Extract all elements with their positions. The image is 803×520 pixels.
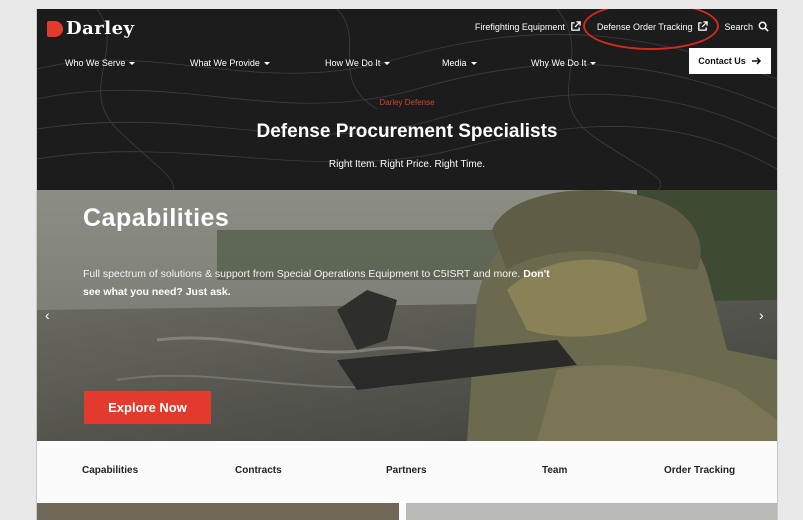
tab-order-tracking[interactable]: Order Tracking: [664, 465, 735, 476]
contact-us-button[interactable]: Contact Us: [689, 48, 771, 74]
nav-why-we-do-it[interactable]: Why We Do It: [531, 58, 597, 68]
defense-order-tracking-label: Defense Order Tracking: [596, 21, 693, 32]
hero-title: Capabilities: [83, 204, 230, 232]
caret-down-icon: [129, 61, 136, 65]
tab-partners[interactable]: Partners: [386, 465, 427, 476]
website: Darley Firefighting Equipment Defense Or…: [36, 9, 778, 520]
card-image-left: [37, 503, 399, 520]
contact-us-label: Contact Us: [698, 56, 746, 66]
caret-down-icon: [384, 61, 391, 65]
firefighting-equipment-label: Firefighting Equipment: [474, 21, 565, 32]
arrow-right-icon: [751, 57, 761, 65]
nav-how-we-do-it-label: How We Do It: [325, 58, 381, 68]
nav-who-we-serve[interactable]: Who We Serve: [65, 58, 136, 68]
nav-media[interactable]: Media: [442, 58, 477, 68]
tab-team[interactable]: Team: [542, 465, 567, 476]
darley-logo[interactable]: Darley: [47, 18, 135, 39]
nav-how-we-do-it[interactable]: How We Do It: [325, 58, 391, 68]
defense-order-tracking-link[interactable]: Defense Order Tracking: [597, 21, 709, 32]
tab-capabilities[interactable]: Capabilities: [82, 465, 138, 476]
caret-down-icon: [470, 61, 477, 65]
hero-description: Full spectrum of solutions & support fro…: [83, 265, 553, 301]
main-nav: Who We Serve What We Provide How We Do I…: [37, 51, 777, 77]
nav-why-we-do-it-label: Why We Do It: [531, 58, 587, 68]
explore-now-button[interactable]: Explore Now: [84, 391, 211, 424]
utility-nav: Firefighting Equipment Defense Order Tra…: [475, 21, 769, 32]
darley-logo-mark: [47, 20, 63, 37]
firefighting-equipment-link[interactable]: Firefighting Equipment: [475, 21, 581, 32]
external-link-icon: [571, 21, 581, 31]
nav-who-we-serve-label: Who We Serve: [65, 58, 126, 68]
caret-down-icon: [263, 61, 270, 65]
card-image-right: [406, 503, 777, 520]
nav-what-we-provide-label: What We Provide: [190, 58, 260, 68]
page-headline: Defense Procurement Specialists: [256, 121, 558, 142]
search-label: Search: [724, 21, 753, 32]
nav-media-label: Media: [442, 58, 467, 68]
external-link-icon: [698, 21, 709, 31]
caret-down-icon: [590, 61, 597, 65]
page-tagline: Right Item. Right Price. Right Time.: [328, 159, 486, 170]
tab-contracts[interactable]: Contracts: [235, 465, 282, 476]
section-eyebrow: Darley Defense: [379, 98, 435, 107]
nav-what-we-provide[interactable]: What We Provide: [190, 58, 270, 68]
brand-name: Darley: [66, 18, 135, 39]
chevron-left-icon[interactable]: ‹: [45, 307, 50, 323]
hero-body: Full spectrum of solutions & support fro…: [83, 268, 521, 280]
search-icon: [758, 21, 769, 32]
search-link[interactable]: Search: [724, 21, 769, 32]
hero-carousel: Capabilities Full spectrum of solutions …: [37, 190, 777, 441]
chevron-right-icon[interactable]: ›: [759, 307, 764, 323]
